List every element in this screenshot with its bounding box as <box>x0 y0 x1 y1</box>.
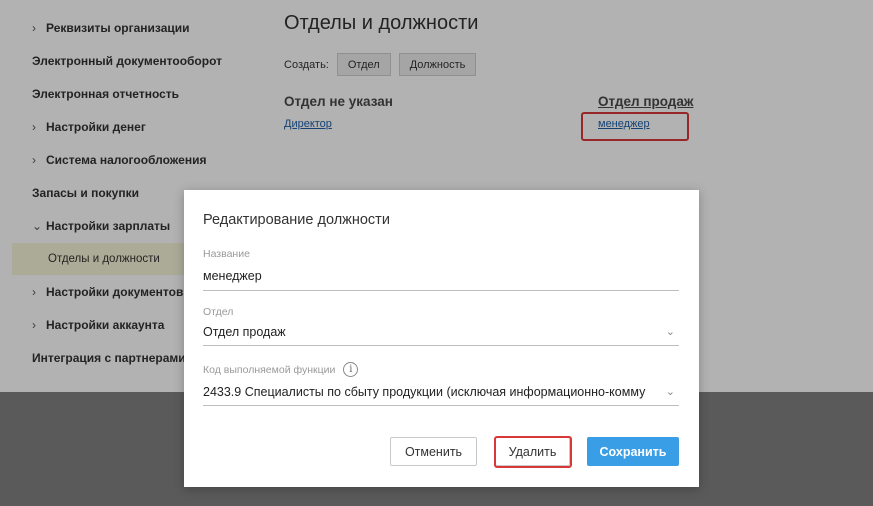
save-button[interactable]: Сохранить <box>587 437 679 466</box>
department-underline <box>203 345 679 346</box>
cancel-button[interactable]: Отменить <box>390 437 477 466</box>
app-window: › Реквизиты организации Электронный доку… <box>0 0 873 506</box>
function-code-label: Код выполняемой функции i <box>203 362 359 377</box>
function-code-underline <box>203 405 679 406</box>
department-select[interactable]: Отдел продаж <box>203 325 679 339</box>
dialog-title: Редактирование должности <box>203 212 390 228</box>
name-input[interactable]: менеджер <box>203 269 679 283</box>
info-icon[interactable]: i <box>343 362 359 377</box>
name-underline <box>203 290 679 291</box>
chevron-down-icon[interactable]: ⌄ <box>666 325 675 338</box>
function-code-label-text: Код выполняемой функции <box>203 363 336 376</box>
name-label: Название <box>203 248 250 260</box>
chevron-down-icon[interactable]: ⌄ <box>666 385 675 398</box>
highlight-frame-delete <box>494 436 572 468</box>
department-label: Отдел <box>203 306 234 318</box>
function-code-select[interactable]: 2433.9 Специалисты по сбыту продукции (и… <box>203 385 679 399</box>
edit-position-dialog: Редактирование должности Название менедж… <box>184 190 699 487</box>
